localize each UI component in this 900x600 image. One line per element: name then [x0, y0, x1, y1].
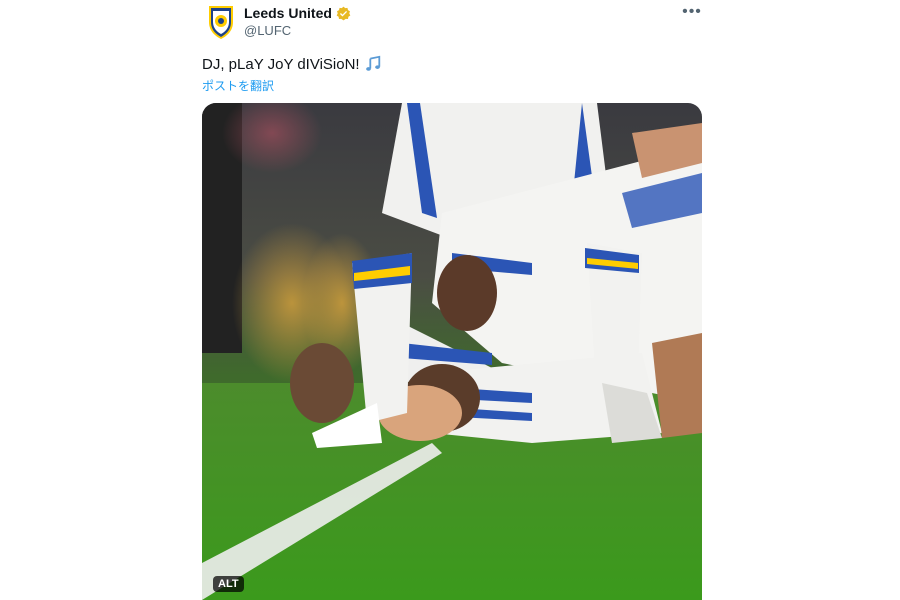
- celebration-photo: [202, 103, 702, 600]
- tweet-text-content: DJ, pLaY JoY dIViSioN!: [202, 55, 360, 73]
- display-name[interactable]: Leeds United: [244, 5, 332, 21]
- tweet-text: DJ, pLaY JoY dIViSioN!: [202, 55, 382, 73]
- translate-post-link[interactable]: ポストを翻訳: [202, 77, 274, 94]
- verified-badge-icon: [336, 6, 351, 20]
- leeds-crest-icon: [209, 6, 233, 39]
- avatar[interactable]: [205, 4, 237, 40]
- handle[interactable]: @LUFC: [244, 23, 291, 38]
- alt-text-badge[interactable]: ALT: [213, 576, 244, 592]
- tweet-photo[interactable]: ALT: [202, 103, 702, 600]
- name-row: Leeds United: [244, 5, 351, 21]
- musical-notes-icon: [365, 55, 380, 71]
- tweet-card: Leeds United @LUFC ••• DJ, pLaY JoY dIVi…: [202, 0, 702, 600]
- more-options-icon[interactable]: •••: [682, 2, 702, 22]
